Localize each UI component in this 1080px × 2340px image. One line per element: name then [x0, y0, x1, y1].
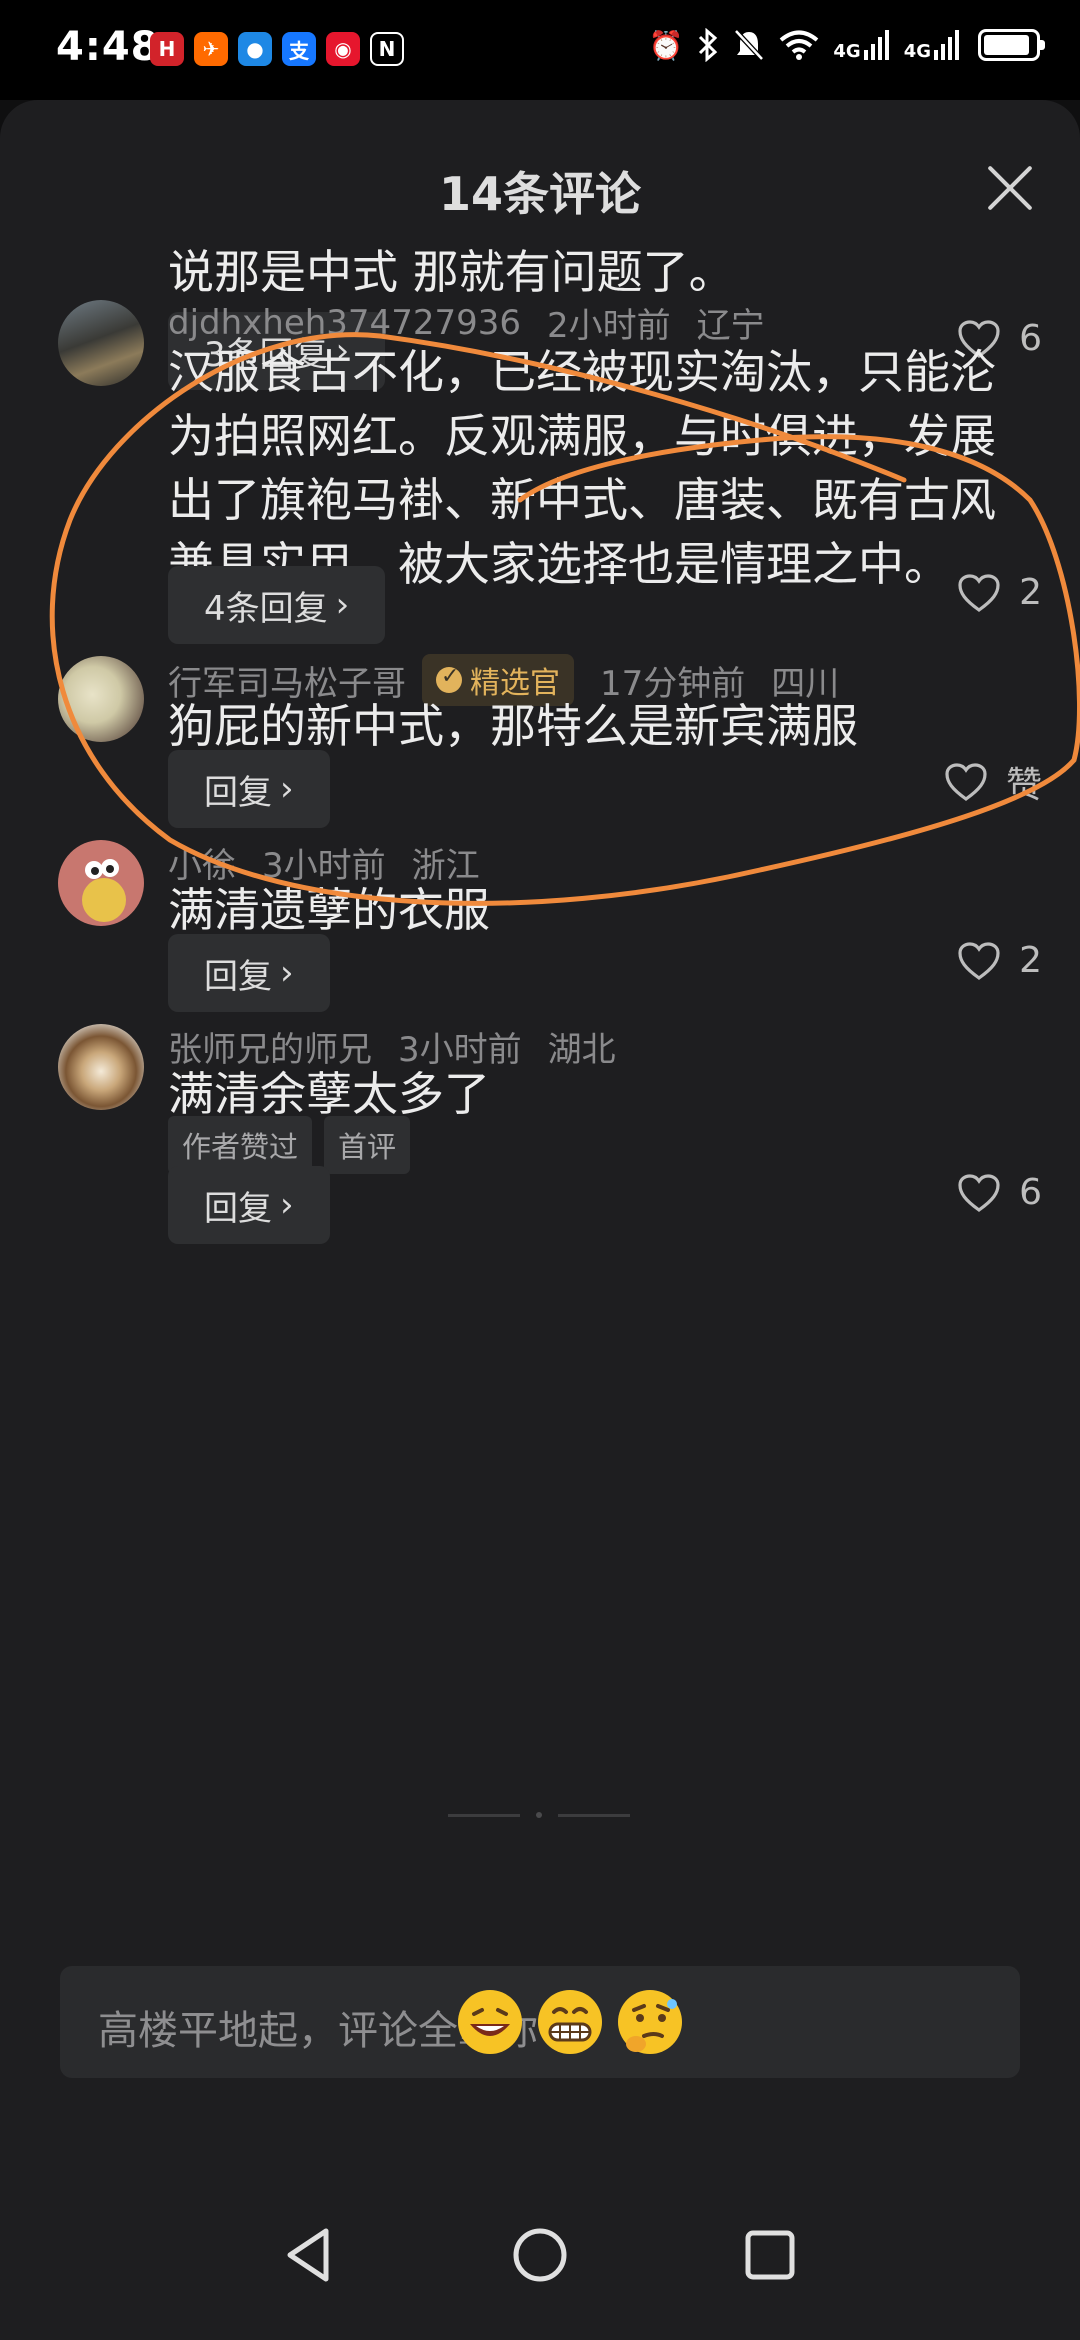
heart-icon [945, 763, 987, 801]
like-button[interactable]: 赞 [944, 756, 1042, 808]
heart-icon [958, 1173, 1000, 1212]
wifi-icon [780, 30, 819, 60]
notification-icons: H ✈ ● 支 ◉ N [150, 32, 404, 66]
like-count: 2 [1019, 572, 1042, 613]
avatar[interactable] [58, 1024, 144, 1110]
comment-text-partial: 说那是中式 那就有问题了。 [168, 245, 735, 299]
reply-button[interactable]: 回复 › [168, 1166, 330, 1244]
cell-signal-1: 4G [833, 30, 889, 61]
divider-line [558, 1813, 630, 1817]
status-bar: 4:48 H ✈ ● 支 ◉ N ⏰ 4G 4G [0, 0, 1080, 100]
cell-signal-2: 4G [904, 30, 960, 61]
reply-label: 4条回复 [204, 588, 328, 629]
divider-line [448, 1813, 520, 1817]
like-count: 赞 [1005, 765, 1042, 806]
battery-fill [984, 35, 1029, 55]
badge-icon [436, 664, 462, 693]
weibo-icon: ◉ [326, 32, 360, 66]
thinking-emoji[interactable] [614, 1986, 686, 2058]
alipay-icon: 支 [282, 32, 316, 66]
chevron-right-icon: › [280, 769, 294, 809]
like-count: 6 [1019, 318, 1042, 359]
end-of-list-divider [448, 1812, 630, 1818]
comment-text: 汉服食古不化，已经被现实淘汰，只能沦为拍照网红。反观满服，与时俱进，发展出了旗袍… [168, 345, 996, 591]
avatar[interactable] [58, 300, 144, 386]
heart-icon [958, 941, 1000, 980]
battery-icon [978, 29, 1045, 61]
avatar-cartoon [82, 859, 126, 922]
status-time: 4:48 [56, 24, 160, 70]
avatar[interactable] [58, 656, 144, 742]
system-status: ⏰ 4G 4G [648, 28, 1045, 62]
comments-title: 14条评论 [438, 167, 641, 221]
recents-icon[interactable] [730, 2215, 810, 2295]
home-icon[interactable] [500, 2215, 580, 2295]
bluetooth-icon [699, 28, 718, 62]
message-icon: ● [238, 32, 272, 66]
laughing-emoji[interactable] [454, 1986, 526, 2058]
nfc-icon: N [370, 32, 404, 66]
comment-input[interactable]: 高楼平地起，评论全靠你 [60, 1966, 1020, 2078]
like-count: 6 [1019, 1172, 1042, 1213]
heart-icon [958, 573, 1000, 612]
huawei-icon: H [150, 32, 184, 66]
like-button[interactable]: 2 [957, 572, 1042, 613]
orange-app-icon: ✈ [194, 32, 228, 66]
signal-bars-icon [934, 30, 959, 60]
like-button[interactable]: 6 [957, 1172, 1042, 1213]
chevron-right-icon: › [280, 1185, 294, 1225]
like-count: 2 [1019, 940, 1042, 981]
reply-label: 回复 [204, 772, 272, 813]
reply-button[interactable]: 回复 › [168, 750, 330, 828]
comment-text: 满清遗孽的衣服 [168, 883, 490, 937]
reply-button[interactable]: 回复 › [168, 934, 330, 1012]
first-comment-tag: 首评 [324, 1116, 411, 1174]
grinning-emoji[interactable] [534, 1986, 606, 2058]
alarm-icon: ⏰ [648, 28, 684, 62]
chevron-right-icon: › [280, 953, 294, 993]
like-button[interactable]: 2 [957, 940, 1042, 981]
reply-label: 回复 [204, 1188, 272, 1229]
comment-text: 狗屁的新中式，那特么是新宾满服 [168, 699, 858, 753]
username[interactable]: djdhxheh374727936 [168, 303, 521, 343]
mute-bell-icon [734, 29, 765, 61]
signal-bars-icon [863, 30, 889, 60]
divider-dot [536, 1812, 542, 1818]
close-button[interactable] [984, 162, 1036, 214]
avatar[interactable] [58, 840, 144, 926]
view-replies-button[interactable]: 4条回复 › [168, 566, 386, 644]
system-nav-bar [0, 2175, 1080, 2340]
chevron-right-icon: › [335, 585, 350, 625]
reply-label: 回复 [204, 956, 272, 997]
back-icon[interactable] [270, 2215, 350, 2295]
